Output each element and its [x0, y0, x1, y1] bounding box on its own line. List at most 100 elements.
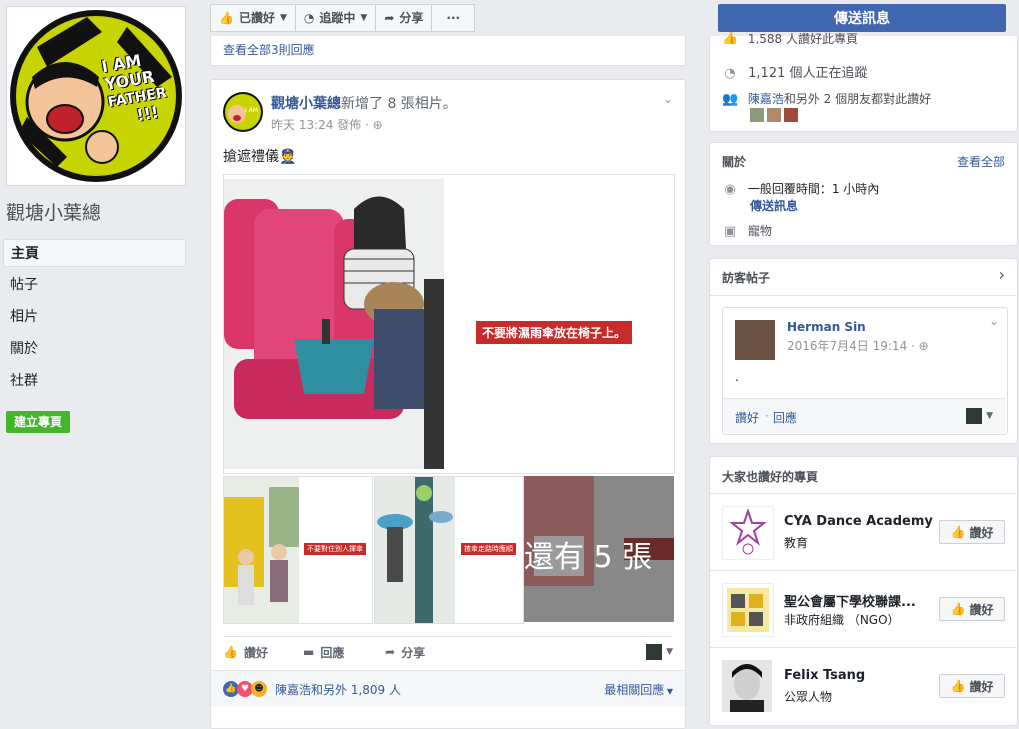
caret-down-icon: ▼: [279, 13, 287, 23]
following-label: 追蹤中: [319, 11, 356, 25]
liked-page-avatar[interactable]: [722, 660, 772, 712]
visitor-post-timestamp[interactable]: 2016年7月4日 19:14 ·: [787, 339, 915, 353]
liked-page-name[interactable]: CYA Dance Academy: [784, 514, 933, 529]
thumbs-up-icon: 👍: [223, 645, 238, 659]
visitor-author-name[interactable]: Herman Sin: [787, 320, 866, 334]
friend-avatar[interactable]: [767, 108, 781, 122]
visitor-like-link[interactable]: 讚好: [735, 409, 759, 426]
liked-page-avatar[interactable]: [722, 583, 774, 637]
selector-avatar: [646, 644, 663, 660]
globe-icon: ⊕: [372, 118, 383, 132]
visitor-comment-link[interactable]: 回應: [773, 409, 797, 426]
category-link[interactable]: 寵物: [748, 224, 772, 238]
post-action-text: 新增了 8 張相片。: [341, 96, 457, 112]
like-button-label: 讚好: [969, 679, 994, 694]
haha-reaction-icon: ☻: [251, 681, 267, 697]
caret-down-icon: ▼: [986, 411, 993, 421]
visitor-post: Herman Sin 2016年7月4日 19:14 · ⊕ ⌄ . 讚好 · …: [722, 307, 1008, 435]
visitor-avatar[interactable]: [735, 320, 775, 360]
visitor-post-body: .: [735, 370, 739, 384]
messenger-icon: ◉: [724, 182, 736, 197]
nav-item-photos[interactable]: 相片: [3, 303, 186, 331]
category-row: ▣ 寵物: [722, 222, 772, 239]
post-text: 搶遮禮儀👮: [223, 149, 297, 165]
send-message-button[interactable]: 傳送訊息: [718, 4, 1006, 32]
about-card: 關於 查看全部 ◉ 一般回覆時間：1 小時內 傳送訊息 ▣ 寵物: [709, 142, 1018, 246]
liked-page-item: CYA Dance Academy 教育 👍 讚好: [710, 494, 1017, 571]
about-see-all-link[interactable]: 查看全部: [957, 153, 1005, 170]
avatar-lettering: I AM YOUR FATHER !!!: [100, 46, 181, 129]
post-like-label: 讚好: [243, 645, 268, 660]
post-comment-button[interactable]: ▬ 回應: [303, 644, 385, 661]
liked-page-avatar[interactable]: [722, 506, 774, 560]
nav-item-home[interactable]: 主頁: [3, 239, 186, 267]
create-page-button[interactable]: 建立專頁: [6, 411, 71, 433]
liked-page-like-button[interactable]: 👍 讚好: [939, 597, 1005, 621]
comment-bubble-icon: ▬: [303, 645, 315, 659]
page-name[interactable]: 觀塘小葉總: [6, 198, 101, 225]
post-thumbnail-2[interactable]: 揸傘走路時應順: [374, 476, 524, 624]
liked-button[interactable]: 👍 已讚好 ▼: [210, 4, 296, 32]
friends-like-row: 👥 陳嘉浩和另外 2 個朋友都對此讚好: [722, 90, 931, 107]
liked-page-name[interactable]: Felix Tsang: [784, 668, 865, 683]
view-all-replies-link[interactable]: 查看全部3則回應: [223, 41, 315, 58]
sort-comments-dropdown[interactable]: 最相關回應 ▼: [604, 681, 673, 698]
thumbs-up-icon: 👍: [950, 525, 966, 539]
post-author-avatar[interactable]: I AM: [223, 92, 263, 132]
post-as-selector[interactable]: ▼: [646, 644, 673, 660]
visitor-posts-title: 訪客帖子: [722, 271, 771, 285]
pages-liked-card: 大家也讚好的專頁 CYA Dance Academy 教育 👍 讚好 聖公會屬下學…: [709, 456, 1018, 726]
liked-page-category: 非政府組織 （NGO）: [784, 613, 900, 627]
post-thumbnail-more[interactable]: 還有 5 張: [524, 476, 674, 622]
visitor-post-options-chevron-icon[interactable]: ⌄: [989, 314, 999, 328]
page-stats-card: 👍 1,588 人讚好此專頁 ◔ 1,121 個人正在追蹤 👥 陳嘉浩和另外 2…: [709, 32, 1018, 132]
post-share-button[interactable]: ➦ 分享: [385, 644, 465, 661]
reactions-summary[interactable]: 陳嘉浩和另外 1,809 人: [275, 681, 401, 698]
more-options-button[interactable]: ···: [432, 4, 476, 32]
share-button[interactable]: ➦ 分享: [376, 4, 433, 32]
divider: [710, 295, 1017, 296]
following-button[interactable]: ◔ 追蹤中 ▼: [295, 4, 377, 32]
nav-item-posts[interactable]: 帖子: [3, 271, 186, 299]
pages-liked-title: 大家也讚好的專頁: [722, 470, 819, 484]
post-timestamp[interactable]: 昨天 13:24 發佈 ·: [271, 118, 369, 132]
post-header: 觀塘小葉總新增了 8 張相片。: [271, 93, 457, 113]
post-like-button[interactable]: 👍 讚好: [223, 644, 303, 661]
school-logo: [727, 588, 769, 632]
about-send-message-link[interactable]: 傳送訊息: [750, 197, 798, 214]
share-arrow-icon: ➦: [384, 11, 395, 25]
friend-avatar[interactable]: [750, 108, 764, 122]
post-main-photo[interactable]: 不要將濕雨傘放在椅子上。: [223, 174, 675, 474]
caret-down-icon: ▼: [664, 687, 673, 696]
thumbnail-1-caption: 不要對住別人揮傘: [304, 543, 366, 555]
friend-name-link[interactable]: 陳嘉浩: [748, 92, 784, 106]
friend-avatars: [750, 108, 798, 122]
post-thumbnail-1[interactable]: 不要對住別人揮傘: [223, 476, 373, 624]
reaction-icons[interactable]: 👍 ♥ ☻: [223, 681, 267, 697]
category-tag-icon: ▣: [723, 224, 737, 239]
thumbs-up-icon: 👍: [950, 602, 966, 616]
page-actions-toolbar: 👍 已讚好 ▼ ◔ 追蹤中 ▼ ➦ 分享 ···: [210, 4, 476, 32]
response-time-text: 一般回覆時間：1 小時內: [747, 182, 880, 196]
visitor-post-as-selector[interactable]: ▼: [966, 408, 993, 424]
selector-avatar: [966, 408, 983, 424]
likes-count-row: 👍 1,588 人讚好此專頁: [722, 30, 858, 44]
reactions-bar: 👍 ♥ ☻ 陳嘉浩和另外 1,809 人 最相關回應 ▼: [211, 670, 685, 707]
post-author-name[interactable]: 觀塘小葉總: [271, 96, 341, 112]
liked-label: 已讚好: [238, 11, 275, 25]
response-time-row: ◉ 一般回覆時間：1 小時內: [722, 180, 879, 197]
person-portrait: [722, 660, 772, 712]
friend-avatar[interactable]: [784, 108, 798, 122]
liked-page-like-button[interactable]: 👍 讚好: [939, 674, 1005, 698]
liked-page-like-button[interactable]: 👍 讚好: [939, 520, 1005, 544]
post-options-chevron-icon[interactable]: ⌄: [663, 92, 673, 106]
liked-page-name[interactable]: 聖公會屬下學校聯課...: [784, 591, 916, 610]
share-arrow-icon: ➦: [385, 645, 396, 659]
visitor-posts-card: 訪客帖子 › Herman Sin 2016年7月4日 19:14 · ⊕ ⌄ …: [709, 258, 1018, 444]
post-card: I AM 觀塘小葉總新增了 8 張相片。 昨天 13:24 發佈 · ⊕ ⌄ 搶…: [210, 79, 686, 729]
nav-item-about[interactable]: 關於: [3, 335, 186, 363]
nav-item-community[interactable]: 社群: [3, 367, 186, 395]
chevron-right-icon[interactable]: ›: [999, 265, 1005, 284]
likes-count-text: 1,588 人讚好此專頁: [747, 32, 858, 44]
author-avatar-image: I AM: [225, 94, 261, 130]
